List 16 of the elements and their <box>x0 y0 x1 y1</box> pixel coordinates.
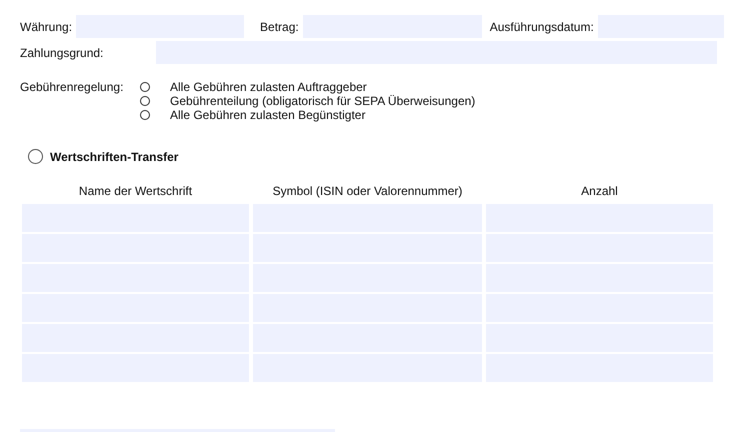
radio-button[interactable] <box>140 96 150 106</box>
field-label: Gebührenregelung: <box>20 80 124 96</box>
column-header: Symbol (ISIN oder Valorennummer) <box>272 184 464 200</box>
option-label: Alle Gebühren zulasten Auftraggeber <box>170 80 367 94</box>
field-label: Ausführungsdatum: <box>490 20 594 34</box>
radio-button[interactable] <box>140 110 150 120</box>
radio-button[interactable] <box>140 82 150 92</box>
radio-button[interactable] <box>28 149 43 164</box>
field-label: Zahlungsgrund: <box>20 46 104 60</box>
column-header: Anzahl <box>580 184 619 200</box>
field-label: Betrag: <box>260 20 299 34</box>
option-label: Gebührenteilung (obligatorisch für SEPA Überweisungen) <box>170 94 476 108</box>
section-title: Wertschriften-Transfer <box>50 150 178 164</box>
field-label: Währung: <box>20 20 72 34</box>
option-label: Alle Gebühren zulasten Begünstigter <box>170 108 366 122</box>
column-header: Name der Wertschrift <box>78 184 194 200</box>
